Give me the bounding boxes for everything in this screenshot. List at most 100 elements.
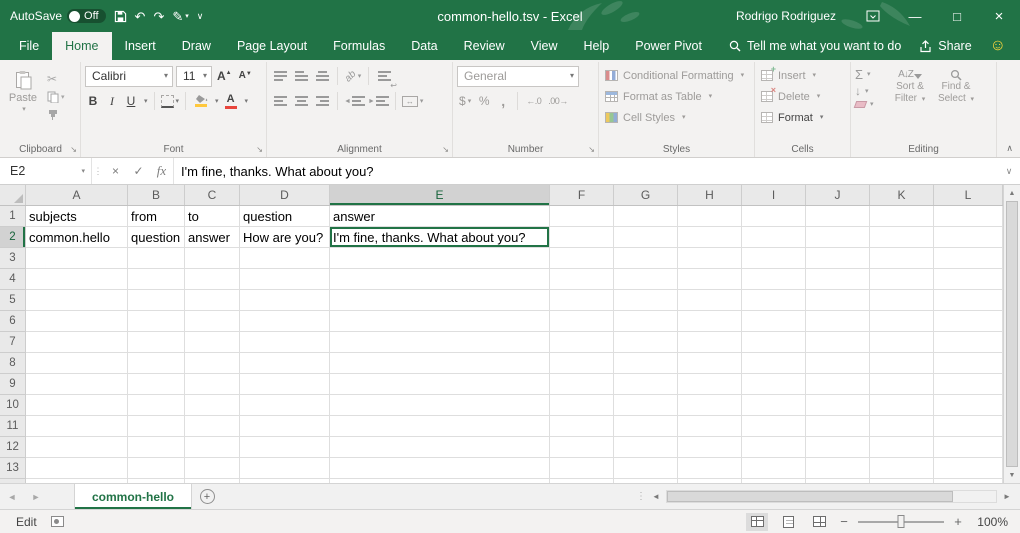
column-header-E[interactable]: E: [330, 185, 550, 205]
close-button[interactable]: ×: [978, 0, 1020, 32]
minimize-button[interactable]: —: [894, 0, 936, 32]
tab-data[interactable]: Data: [398, 32, 450, 60]
cell-A10[interactable]: [26, 395, 128, 416]
tab-view[interactable]: View: [518, 32, 571, 60]
cell-B3[interactable]: [128, 248, 185, 269]
row-header-5[interactable]: 5: [0, 290, 26, 311]
format-as-table-button[interactable]: Format as Table▾: [603, 86, 750, 107]
cell-J1[interactable]: [806, 206, 870, 227]
cell-F4[interactable]: [550, 269, 614, 290]
cell-F1[interactable]: [550, 206, 614, 227]
formula-input[interactable]: I'm fine, thanks. What about you?: [173, 158, 998, 184]
cell-H10[interactable]: [678, 395, 742, 416]
increase-indent-button[interactable]: ►: [368, 91, 389, 111]
cell-E2[interactable]: I'm fine, thanks. What about you?: [330, 227, 550, 248]
fill-color-button[interactable]: [192, 91, 210, 111]
cell-I5[interactable]: [742, 290, 806, 311]
cell-E5[interactable]: [330, 290, 550, 311]
tab-scroll-splitter[interactable]: ⋮: [634, 484, 648, 509]
cell-A13[interactable]: [26, 458, 128, 479]
tab-page-layout[interactable]: Page Layout: [224, 32, 320, 60]
cell-I4[interactable]: [742, 269, 806, 290]
vertical-scroll-thumb[interactable]: [1006, 201, 1018, 467]
cell-C6[interactable]: [185, 311, 240, 332]
cell-E9[interactable]: [330, 374, 550, 395]
row-header-4[interactable]: 4: [0, 269, 26, 290]
name-box[interactable]: E2▾: [0, 158, 92, 184]
accounting-format-button[interactable]: $▾: [457, 91, 473, 111]
scroll-left-icon[interactable]: ◄: [648, 492, 664, 501]
number-dialog-launcher-icon[interactable]: ↘: [588, 146, 595, 154]
cell-D4[interactable]: [240, 269, 330, 290]
cell-G10[interactable]: [614, 395, 678, 416]
user-name[interactable]: Rodrigo Rodriguez: [736, 9, 836, 23]
cell-D6[interactable]: [240, 311, 330, 332]
cell-C13[interactable]: [185, 458, 240, 479]
tab-help[interactable]: Help: [571, 32, 623, 60]
cell-F6[interactable]: [550, 311, 614, 332]
cell-G5[interactable]: [614, 290, 678, 311]
vertical-scrollbar[interactable]: ▲ ▼: [1003, 185, 1020, 483]
tab-review[interactable]: Review: [451, 32, 518, 60]
horizontal-scrollbar[interactable]: ◄ ►: [648, 484, 1020, 509]
find-select-button[interactable]: Find & Select ▾: [935, 65, 977, 142]
delete-cells-button[interactable]: ×Delete▾: [759, 86, 846, 107]
row-header-1[interactable]: 1: [0, 206, 26, 227]
cell-J6[interactable]: [806, 311, 870, 332]
orientation-button[interactable]: ab▾: [344, 66, 362, 86]
cell-B12[interactable]: [128, 437, 185, 458]
row-header-8[interactable]: 8: [0, 353, 26, 374]
cell-J8[interactable]: [806, 353, 870, 374]
align-top-button[interactable]: [271, 66, 289, 86]
cell-D11[interactable]: [240, 416, 330, 437]
cell-G7[interactable]: [614, 332, 678, 353]
cell-H3[interactable]: [678, 248, 742, 269]
cell-D12[interactable]: [240, 437, 330, 458]
maximize-button[interactable]: □: [936, 0, 978, 32]
cell-L7[interactable]: [934, 332, 1003, 353]
cell-A6[interactable]: [26, 311, 128, 332]
cell-A12[interactable]: [26, 437, 128, 458]
cell-J9[interactable]: [806, 374, 870, 395]
cell-G6[interactable]: [614, 311, 678, 332]
macro-record-icon[interactable]: [51, 516, 64, 527]
conditional-formatting-button[interactable]: Conditional Formatting▾: [603, 65, 750, 86]
insert-function-button[interactable]: fx: [150, 158, 173, 184]
cancel-entry-button[interactable]: ×: [104, 158, 127, 184]
cell-J11[interactable]: [806, 416, 870, 437]
copy-icon[interactable]: ▾: [47, 91, 65, 103]
decrease-font-size-button[interactable]: A▼: [237, 71, 254, 81]
cell-E1[interactable]: answer: [330, 206, 550, 227]
cell-H11[interactable]: [678, 416, 742, 437]
tab-insert[interactable]: Insert: [112, 32, 169, 60]
cell-B2[interactable]: question: [128, 227, 185, 248]
cell-B11[interactable]: [128, 416, 185, 437]
column-header-C[interactable]: C: [185, 185, 240, 205]
zoom-level[interactable]: 100%: [972, 515, 1008, 529]
cell-K13[interactable]: [870, 458, 934, 479]
tab-draw[interactable]: Draw: [169, 32, 224, 60]
cell-J12[interactable]: [806, 437, 870, 458]
cell-A5[interactable]: [26, 290, 128, 311]
cell-C5[interactable]: [185, 290, 240, 311]
align-left-button[interactable]: [271, 91, 289, 111]
cell-I9[interactable]: [742, 374, 806, 395]
select-all-corner[interactable]: [0, 185, 26, 205]
cell-B7[interactable]: [128, 332, 185, 353]
column-header-H[interactable]: H: [678, 185, 742, 205]
cell-L3[interactable]: [934, 248, 1003, 269]
cell-G1[interactable]: [614, 206, 678, 227]
format-cells-button[interactable]: Format▾: [759, 107, 846, 128]
underline-caret-icon[interactable]: ▾: [144, 98, 148, 105]
cell-I6[interactable]: [742, 311, 806, 332]
cell-I7[interactable]: [742, 332, 806, 353]
cell-H13[interactable]: [678, 458, 742, 479]
cell-B5[interactable]: [128, 290, 185, 311]
cell-H9[interactable]: [678, 374, 742, 395]
paste-button[interactable]: Paste ▾: [5, 65, 41, 142]
cell-J13[interactable]: [806, 458, 870, 479]
cell-C11[interactable]: [185, 416, 240, 437]
cell-G9[interactable]: [614, 374, 678, 395]
cell-D9[interactable]: [240, 374, 330, 395]
normal-view-button[interactable]: [746, 513, 768, 531]
